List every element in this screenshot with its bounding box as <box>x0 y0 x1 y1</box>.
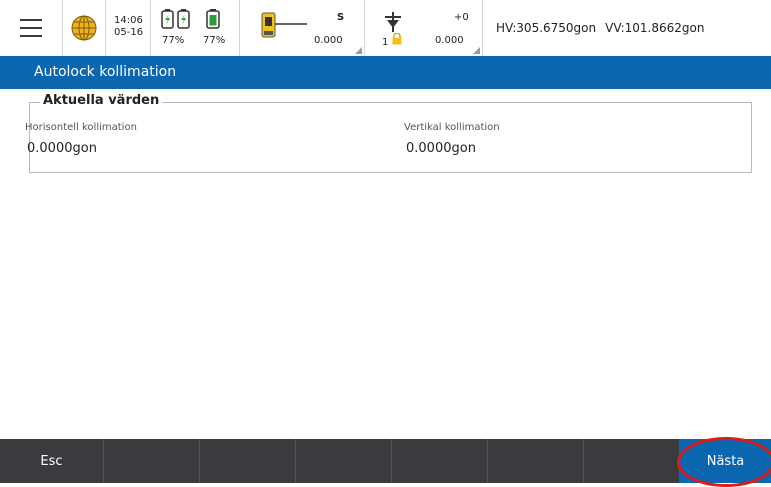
target-value: 0.000 <box>435 35 464 46</box>
page-title-bar: Autolock kollimation <box>0 56 771 89</box>
corner-indicator-icon <box>473 47 480 54</box>
battery2-percent: 77% <box>203 35 226 46</box>
vertical-collimation-label: Vertikal kollimation <box>404 122 500 133</box>
softkey-empty-2[interactable] <box>104 439 200 483</box>
total-station-icon <box>261 12 307 38</box>
battery1-percent: 77% <box>162 35 185 46</box>
page-title: Autolock kollimation <box>34 64 177 80</box>
next-button[interactable]: Nästa <box>680 439 771 483</box>
horizontal-collimation-label: Horisontell kollimation <box>25 122 137 133</box>
date-text: 05-16 <box>114 27 144 38</box>
status-bar: 14:06 05-16 77% 77% S 0.000 1 +0 0.000 H… <box>0 0 771 57</box>
group-legend: Aktuella värden <box>40 93 163 108</box>
current-values-group: Aktuella värden Horisontell kollimation … <box>25 93 752 173</box>
time-text: 14:06 <box>114 15 143 26</box>
softkey-empty-4[interactable] <box>296 439 392 483</box>
vv-angle: VV:101.8662gon <box>605 21 705 35</box>
hv-angle: HV:305.6750gon <box>496 21 597 35</box>
softkey-empty-3[interactable] <box>200 439 296 483</box>
horizontal-collimation-value: 0.0000gon <box>27 141 97 156</box>
date-time: 14:06 05-16 <box>106 0 151 56</box>
target-offset: +0 <box>454 12 469 23</box>
hamburger-icon <box>20 19 42 37</box>
globe-button[interactable] <box>63 0 106 56</box>
esc-button[interactable]: Esc <box>0 439 104 483</box>
charging-batteries-icon <box>161 9 190 29</box>
vertical-collimation-value: 0.0000gon <box>406 141 476 156</box>
softkey-bar: Esc Nästa <box>0 439 771 483</box>
softkey-empty-6[interactable] <box>488 439 584 483</box>
target-status[interactable]: 1 +0 0.000 <box>365 0 483 56</box>
prism-target-icon <box>385 12 401 32</box>
softkey-empty-7[interactable] <box>584 439 680 483</box>
target-number: 1 <box>382 37 389 48</box>
globe-icon <box>71 15 97 41</box>
battery-status[interactable]: 77% 77% <box>151 0 240 56</box>
instrument-status[interactable]: S 0.000 <box>240 0 365 56</box>
instrument-value: 0.000 <box>314 35 343 46</box>
angle-readout[interactable]: HV:305.6750gon VV:101.8662gon <box>483 0 771 56</box>
softkey-empty-5[interactable] <box>392 439 488 483</box>
instrument-mode: S <box>337 12 345 23</box>
battery-icon <box>206 9 220 29</box>
menu-button[interactable] <box>0 0 63 56</box>
corner-indicator-icon <box>355 47 362 54</box>
lock-icon <box>392 33 402 45</box>
